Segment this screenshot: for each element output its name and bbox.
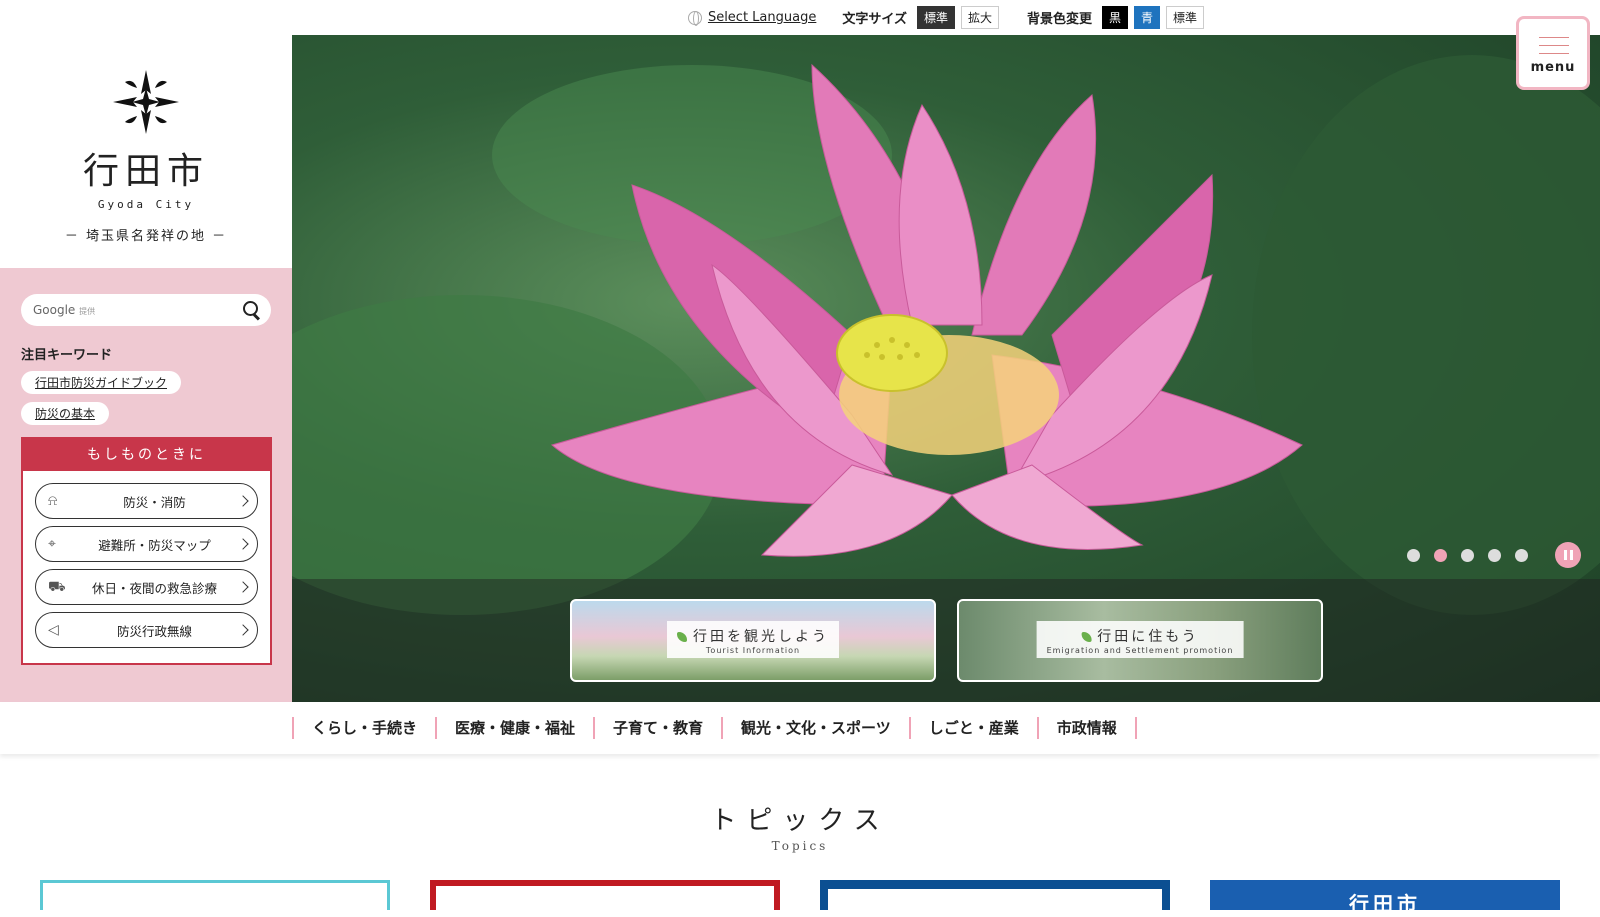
banner-subtitle: Emigration and Settlement promotion bbox=[1046, 646, 1234, 655]
ambulance-icon: ⛟ bbox=[48, 579, 66, 595]
font-size-large-button[interactable]: 拡大 bbox=[960, 6, 999, 29]
slide-dot[interactable] bbox=[1515, 548, 1528, 562]
topics-heading: トピックス Topics bbox=[0, 800, 1600, 853]
menu-label: menu bbox=[1530, 60, 1576, 75]
keyword-link[interactable]: 防災の基本 bbox=[21, 402, 110, 425]
hero-banner-strip bbox=[292, 579, 1600, 702]
font-size-label: 文字サイズ bbox=[842, 12, 907, 27]
chevron-right-icon bbox=[237, 495, 249, 507]
topic-card[interactable] bbox=[40, 880, 390, 910]
hamburger-icon bbox=[1539, 37, 1569, 61]
slide-dot[interactable] bbox=[1461, 548, 1474, 562]
nav-item-city-info[interactable]: 市政情報 bbox=[1036, 717, 1137, 739]
topic-card[interactable]: 行田市 bbox=[1210, 880, 1560, 916]
chevron-right-icon bbox=[237, 538, 249, 550]
emergency-box: もしものときに ⍾ 防災・消防 ⌖ 避難所・防災マップ ⛟ 休日・夜間の救急診療 bbox=[21, 437, 272, 665]
topic-card[interactable] bbox=[430, 880, 780, 910]
nav-item-work[interactable]: しごと・産業 bbox=[908, 717, 1037, 739]
nav-item-childcare[interactable]: 子育て・教育 bbox=[593, 717, 721, 739]
slide-dot[interactable] bbox=[1488, 548, 1501, 562]
tagline: － 埼玉県名発祥の地 － bbox=[64, 229, 228, 244]
global-nav: くらし・手続き 医療・健康・福祉 子育て・教育 観光・文化・スポーツ しごと・産… bbox=[0, 702, 1600, 754]
tourism-banner[interactable]: 行田を観光しよう Tourist Information bbox=[570, 599, 936, 682]
settlement-banner[interactable]: 行田に住もう Emigration and Settlement promoti… bbox=[957, 599, 1323, 682]
emergency-link-label: 休日・夜間の救急診療 bbox=[91, 580, 217, 596]
city-name: 行田市 bbox=[82, 151, 209, 192]
slide-indicators bbox=[1407, 542, 1581, 568]
keyword-link[interactable]: 行田市防災ガイドブック bbox=[21, 371, 182, 394]
slide-dot-active[interactable] bbox=[1434, 548, 1447, 562]
city-emblem-icon bbox=[113, 70, 179, 134]
keywords-title: 注目キーワード bbox=[21, 348, 113, 363]
nav-item-health[interactable]: 医療・健康・福祉 bbox=[435, 717, 593, 739]
bg-color-label: 背景色変更 bbox=[1027, 12, 1093, 27]
search-input[interactable]: Google 提供 bbox=[21, 294, 271, 326]
bg-color-black-button[interactable]: 黒 bbox=[1102, 6, 1129, 29]
pause-button[interactable] bbox=[1555, 542, 1581, 568]
language-selector[interactable]: Select Language bbox=[687, 10, 816, 26]
hero-slideshow[interactable]: 行田を観光しよう Tourist Information 行田に住もう Emig… bbox=[292, 35, 1600, 702]
alarm-icon: ⍾ bbox=[48, 493, 58, 509]
logo[interactable]: 行田市 Gyoda City － 埼玉県名発祥の地 － bbox=[0, 0, 292, 268]
emergency-link-radio[interactable]: ◁ 防災行政無線 bbox=[35, 612, 258, 648]
bg-color-blue-button[interactable]: 青 bbox=[1134, 6, 1161, 29]
topics-title-en: Topics bbox=[771, 839, 829, 853]
emergency-link-label: 防災行政無線 bbox=[116, 623, 192, 639]
emergency-link-night-clinic[interactable]: ⛟ 休日・夜間の救急診療 bbox=[35, 569, 258, 605]
emergency-link-shelter[interactable]: ⌖ 避難所・防災マップ bbox=[35, 526, 258, 562]
topics-title: トピックス bbox=[710, 806, 890, 836]
city-name-en: Gyoda City bbox=[97, 198, 195, 211]
utility-bar: Select Language 文字サイズ 標準 拡大 背景色変更 黒 青 標準 bbox=[292, 0, 1600, 35]
slide-dot[interactable] bbox=[1407, 548, 1420, 562]
banner-title: 行田を観光しよう bbox=[677, 626, 829, 646]
font-size-standard-button[interactable]: 標準 bbox=[916, 6, 955, 29]
emergency-title: もしものときに bbox=[23, 439, 270, 471]
banner-subtitle: Tourist Information bbox=[705, 646, 801, 655]
emergency-link-label: 避難所・防災マップ bbox=[98, 537, 211, 553]
menu-button[interactable]: menu bbox=[1516, 16, 1590, 90]
select-language-link[interactable]: Select Language bbox=[708, 10, 816, 25]
map-pin-icon: ⌖ bbox=[48, 536, 56, 552]
bg-color-standard-button[interactable]: 標準 bbox=[1166, 6, 1205, 29]
search-placeholder: Google 提供 bbox=[33, 303, 96, 317]
chevron-right-icon bbox=[237, 624, 249, 636]
banner-title: 行田に住もう bbox=[1047, 626, 1234, 646]
chevron-right-icon bbox=[237, 581, 249, 593]
emergency-link-label: 防災・消防 bbox=[123, 494, 186, 510]
sidebar-panel: Google 提供 注目キーワード 行田市防災ガイドブック 防災の基本 もしもの… bbox=[0, 268, 292, 702]
nav-item-living[interactable]: くらし・手続き bbox=[292, 717, 435, 739]
topic-card[interactable] bbox=[820, 880, 1170, 910]
search-icon[interactable] bbox=[243, 301, 261, 319]
left-column: 行田市 Gyoda City － 埼玉県名発祥の地 － Google 提供 注目… bbox=[0, 0, 292, 702]
nav-item-tourism[interactable]: 観光・文化・スポーツ bbox=[721, 717, 909, 739]
globe-icon bbox=[687, 10, 702, 26]
emergency-link-disaster[interactable]: ⍾ 防災・消防 bbox=[35, 483, 258, 519]
megaphone-icon: ◁ bbox=[48, 622, 59, 638]
